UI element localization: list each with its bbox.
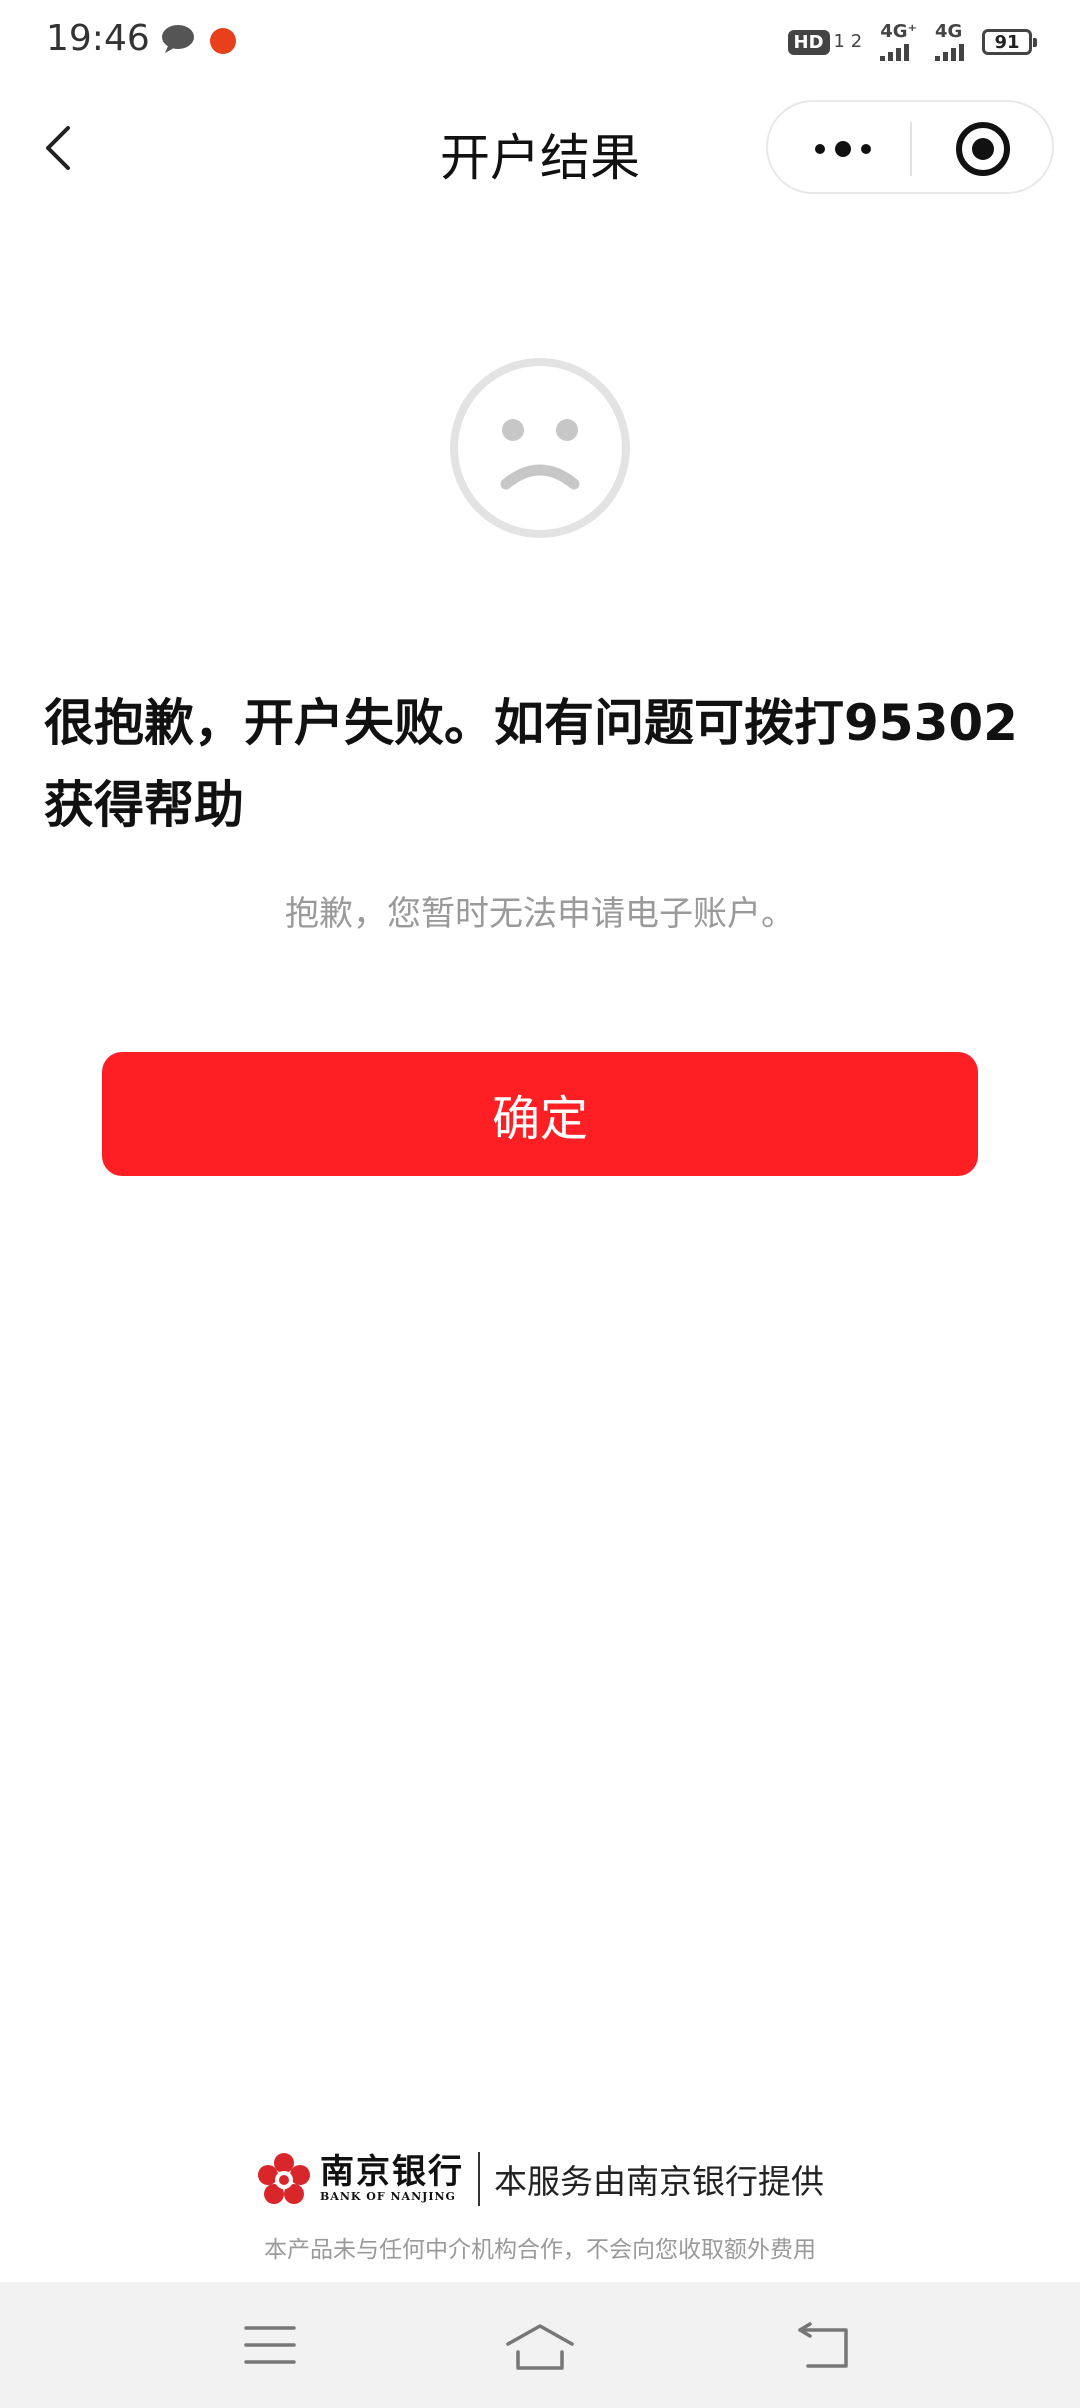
battery-level: 91 (994, 31, 1020, 53)
signal-2-label: 4G (935, 21, 963, 42)
home-icon[interactable] (504, 2322, 576, 2372)
menu-icon[interactable] (244, 2322, 296, 2368)
chat-icon (162, 25, 194, 53)
disclaimer: 本产品未与任何中介机构合作，不会向您收取额外费用 (264, 2237, 816, 2263)
bank-name: 南京银行 BANK OF NANJING (320, 2154, 464, 2204)
bank-logo-icon (258, 2153, 310, 2204)
result-title: 很抱歉，开户失败。如有问题可拨打95302获得帮助 (44, 694, 1018, 834)
mini-program-capsule (766, 100, 1054, 194)
battery-icon: 91 (982, 29, 1037, 55)
confirm-button[interactable]: 确定 (102, 1052, 978, 1176)
capsule-divider (910, 122, 912, 176)
result-subtitle: 抱歉，您暂时无法申请电子账户。 (285, 894, 795, 934)
sad-face-icon (450, 358, 630, 538)
signal-1-bars-icon (880, 41, 910, 61)
nav-bar: 开户结果 (0, 96, 1080, 200)
bank-name-en: BANK OF NANJING (320, 2190, 456, 2203)
target-icon[interactable] (954, 120, 1012, 178)
more-icon[interactable] (808, 132, 878, 166)
signal-2: 4G (935, 23, 964, 61)
signal-2-bars-icon (935, 41, 964, 61)
signal-1: 4G⁺ (880, 23, 917, 61)
provider-text: 本服务由南京银行提供 (494, 2162, 824, 2201)
signal-1-label: 4G⁺ (880, 21, 917, 42)
provider-divider (478, 2152, 480, 2206)
status-bar: 19:46 HD 1 2 4G⁺ 4G 91 (0, 0, 1080, 84)
system-nav-bar (0, 2282, 1080, 2408)
hd-badge: HD (787, 29, 830, 55)
hd-sim-label: 1 2 (833, 31, 863, 52)
status-time: 19:46 (46, 18, 150, 59)
return-icon[interactable] (796, 2322, 852, 2370)
provider-row: 南京银行 BANK OF NANJING 本服务由南京银行提供 (0, 2148, 1080, 2210)
status-indicators: HD 1 2 4G⁺ 4G 91 (787, 20, 1037, 64)
bank-name-cn: 南京银行 (320, 2152, 464, 2192)
app-notification-icon (210, 28, 236, 54)
